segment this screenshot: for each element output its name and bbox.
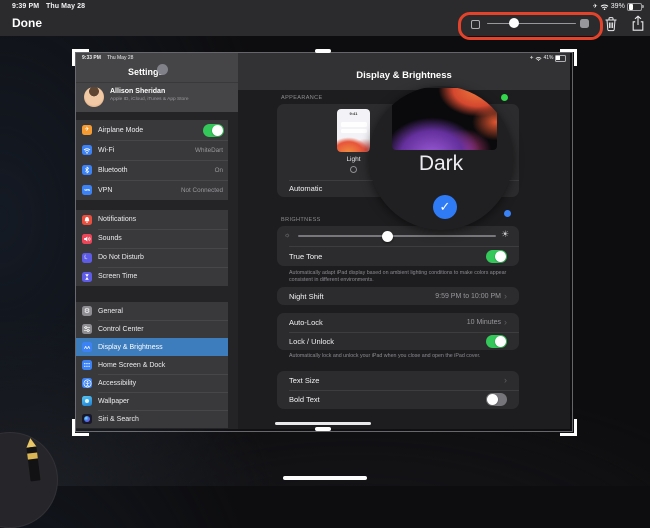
loupe-zoom-handle[interactable] [501, 94, 508, 101]
crop-handle-bottom-right[interactable] [560, 419, 577, 436]
done-button[interactable]: Done [12, 16, 42, 30]
dark-selected-check-icon: ✓ [433, 195, 457, 219]
crop-handle-bottom[interactable] [315, 427, 331, 431]
crop-handle-top-left[interactable] [72, 49, 89, 66]
share-icon[interactable] [631, 15, 645, 32]
crop-handle-bottom-left[interactable] [72, 419, 89, 436]
dark-appearance-thumbnail [392, 88, 497, 150]
battery-icon [627, 3, 642, 12]
battery-percent: 39% [611, 3, 625, 10]
home-indicator[interactable] [283, 476, 367, 480]
wifi-status-icon [600, 3, 609, 10]
crop-handle-top-right[interactable] [560, 49, 577, 66]
pen-tool-well[interactable] [0, 432, 58, 528]
crop-frame [75, 52, 573, 432]
loupe-annotation[interactable]: Dark ✓ [369, 86, 513, 230]
airplane-status-icon: ✈ [593, 3, 598, 10]
loupe-size-handle[interactable] [504, 210, 511, 217]
crop-handle-top[interactable] [315, 49, 331, 53]
device-status-icons: ✈ 39% [593, 3, 642, 12]
highlight-oval-annotation[interactable] [458, 12, 603, 40]
dark-option-label: Dark [369, 152, 513, 176]
trash-icon[interactable] [604, 16, 618, 32]
highlighter-pen-icon[interactable] [25, 438, 40, 483]
device-date: Thu May 28 [46, 3, 85, 10]
device-time: 9:39 PM [12, 3, 39, 10]
